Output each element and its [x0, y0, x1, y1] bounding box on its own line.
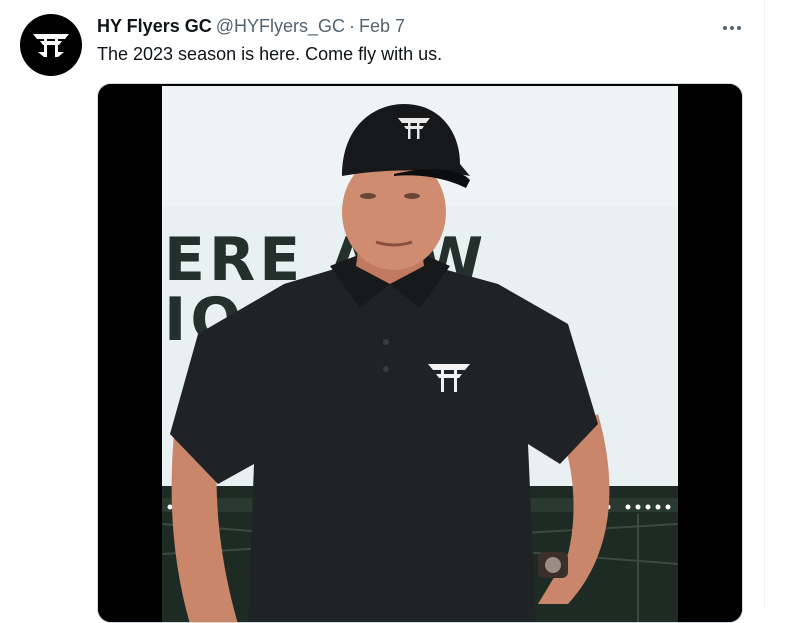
tweet[interactable]: HY Flyers GC @HYFlyers_GC · Feb 7 The 2023 … — [0, 0, 764, 623]
hy-flyers-logo-icon — [33, 34, 69, 57]
tweet-header: HY Flyers GC @HYFlyers_GC · Feb 7 — [97, 14, 405, 38]
tweet-text: The 2023 season is here. Come fly with u… — [97, 44, 443, 64]
more-horizontal-icon — [723, 26, 741, 30]
display-name[interactable]: HY Flyers GC — [97, 16, 212, 36]
video-player[interactable]: ERE ALW IO LE — [97, 83, 743, 623]
avatar[interactable] — [20, 14, 82, 76]
video-frame: ERE ALW IO LE — [98, 84, 742, 622]
more-options-button[interactable] — [712, 14, 752, 42]
column-divider — [764, 0, 765, 608]
separator: · — [349, 16, 356, 36]
user-handle[interactable]: @HYFlyers_GC — [216, 16, 345, 36]
tweet-date[interactable]: Feb 7 — [359, 16, 405, 36]
